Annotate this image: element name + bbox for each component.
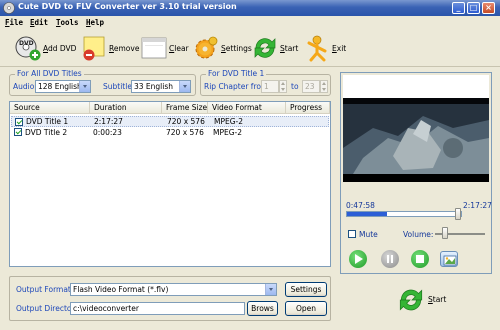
minimize-button[interactable]: _ [452,2,465,14]
chapter-from-input[interactable]: 1 [261,80,279,93]
add-dvd-label: Add DVD [43,43,77,53]
chapter-to-spinner[interactable] [320,80,328,93]
settings-label: Settings [221,43,252,53]
toolbar: DVD Add DVD Remove Clear Settings Start … [0,29,500,67]
chapter-from-spinner[interactable] [279,80,287,93]
chevron-down-icon [79,81,90,92]
title-bar: Cute DVD to FLV Converter ver 3.10 trial… [0,0,500,16]
video-top-area [343,75,489,98]
maximize-button[interactable]: □ [467,2,480,14]
settings-button[interactable]: Settings [192,33,252,63]
cell-duration: 2:17:27 [94,117,123,126]
cell-video-format: MPEG-2 [213,128,243,137]
remove-button[interactable]: Remove [80,33,139,63]
remove-label: Remove [109,43,140,53]
title1-legend: For DVD Title 1 [206,69,267,78]
cell-frame-size: 720 x 576 [167,117,205,126]
exit-label: Exit [332,43,347,53]
menu-tools[interactable]: Tools [56,18,79,27]
chevron-down-icon [179,81,190,92]
audio-label: Audio: [13,82,37,91]
add-dvd-button[interactable]: DVD Add DVD [14,33,76,63]
list-header: Source Duration Frame Size Video Format … [10,102,330,114]
dvd-add-icon: DVD [15,36,41,61]
to-label: to [291,82,299,91]
volume-thumb[interactable] [442,227,449,239]
cell-frame-size: 720 x 576 [166,128,204,137]
subtitle-label: Subtitle: [103,82,135,91]
output-directory-field[interactable]: c:\videoconverter [70,302,245,315]
refresh-start-icon [254,38,276,58]
current-time: 0:47:58 [346,201,375,210]
clear-label: Clear [169,43,189,53]
column-frame-size[interactable]: Frame Size [162,102,208,114]
browse-button[interactable]: Brows [247,301,278,316]
title-list[interactable]: Source Duration Frame Size Video Format … [9,101,331,267]
title-checkbox[interactable] [14,128,22,136]
start-label: Start [280,43,299,53]
start-conversion-button[interactable]: Start [392,285,452,315]
mute-label: Mute [359,230,378,239]
column-progress[interactable]: Progress [286,102,330,114]
app-icon [3,2,15,14]
refresh-start-icon [399,289,423,311]
cell-duration: 0:00:23 [93,128,122,137]
stop-button[interactable] [411,250,429,268]
list-item[interactable]: DVD Title 2 0:00:23 720 x 576 MPEG-2 [11,127,329,138]
menu-help[interactable]: Help [86,18,104,27]
clear-button[interactable]: Clear [140,33,189,63]
volume-label: Volume: [403,230,434,239]
output-format-label: Output Format: [16,285,74,294]
output-format-select[interactable]: Flash Video Format (*.flv) [70,283,277,296]
audio-select[interactable]: 128 English [35,80,91,93]
column-duration[interactable]: Duration [90,102,162,114]
clear-window-icon [141,37,167,59]
menu-bar: File Edit Tools Help [0,16,500,29]
video-frame [343,98,489,182]
column-source[interactable]: Source [10,102,90,114]
remove-note-icon [83,36,105,61]
output-settings-button[interactable]: Settings [285,282,327,297]
start-button[interactable]: Start [251,33,298,63]
menu-edit[interactable]: Edit [30,18,48,27]
window-title: Cute DVD to FLV Converter ver 3.10 trial… [18,2,237,11]
title-checkbox[interactable] [15,118,23,126]
exit-button[interactable]: Exit [303,33,346,63]
mute-checkbox[interactable] [348,230,356,238]
play-button[interactable] [349,250,367,268]
video-preview [343,98,489,182]
pause-button[interactable] [381,250,399,268]
seek-progress [347,212,387,216]
seek-bar[interactable] [346,211,462,217]
cell-source: DVD Title 1 [26,117,69,126]
start-conversion-label: Start [428,295,447,304]
seek-thumb[interactable] [455,208,461,220]
menu-file[interactable]: File [5,18,23,27]
chevron-down-icon [265,284,276,295]
close-button[interactable]: × [482,2,495,14]
open-button[interactable]: Open [285,301,327,316]
cell-video-format: MPEG-2 [214,117,244,126]
list-item[interactable]: DVD Title 1 2:17:27 720 x 576 MPEG-2 [11,116,329,127]
column-video-format[interactable]: Video Format [208,102,286,114]
snapshot-button[interactable] [440,251,458,267]
gear-icon [195,36,218,59]
svg-text:DVD: DVD [19,40,34,47]
subtitle-select[interactable]: 33 English [131,80,191,93]
cell-source: DVD Title 2 [25,128,68,137]
snapshot-icon [443,255,457,266]
exit-person-icon [307,35,327,62]
all-titles-legend: For All DVD Titles [15,69,84,78]
chapter-to-input[interactable]: 23 [302,80,320,93]
total-time: 2:17:27 [463,201,492,210]
